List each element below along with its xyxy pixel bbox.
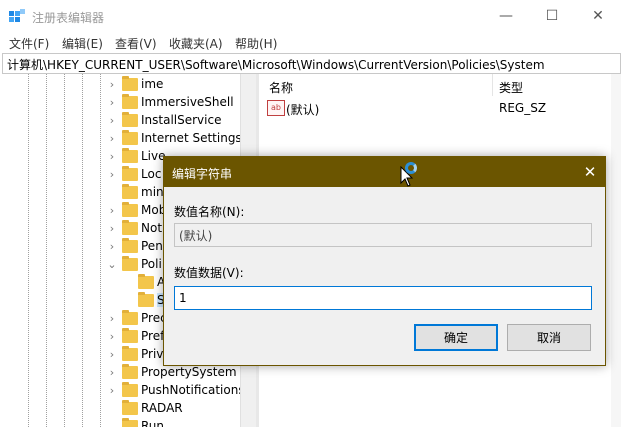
minimize-button[interactable]: — xyxy=(483,0,529,32)
tree-item[interactable]: › InstallService xyxy=(0,112,240,130)
dialog-titlebar[interactable]: 编辑字符串 ✕ xyxy=(164,157,605,187)
dialog-title: 编辑字符串 xyxy=(172,167,233,181)
chevron-right-icon[interactable]: › xyxy=(107,204,117,217)
menu-edit[interactable]: 编辑(E) xyxy=(62,35,103,52)
tree-item-label: Pref xyxy=(141,329,165,343)
list-item[interactable]: ab (默认) REG_SZ xyxy=(259,99,599,117)
chevron-right-icon[interactable]: › xyxy=(107,114,117,127)
maximize-button[interactable]: ☐ xyxy=(529,0,575,32)
list-scrollbar[interactable] xyxy=(611,74,621,427)
folder-icon xyxy=(122,202,138,217)
tree-item-label: Run xyxy=(141,419,165,427)
tree-item-label: RADAR xyxy=(141,401,183,415)
chevron-right-icon[interactable]: › xyxy=(107,312,117,325)
chevron-right-icon[interactable]: › xyxy=(107,150,117,163)
chevron-down-icon[interactable]: ⌄ xyxy=(107,258,117,271)
column-header-name[interactable]: 名称 xyxy=(269,79,293,96)
tree-item-label: min xyxy=(141,185,164,199)
tree-item-label: Priv xyxy=(141,347,164,361)
chevron-right-icon[interactable]: › xyxy=(107,132,117,145)
column-header-type[interactable]: 类型 xyxy=(499,79,523,96)
tree-item-label: Pen xyxy=(141,239,163,253)
menu-view[interactable]: 查看(V) xyxy=(115,35,157,52)
close-window-button[interactable]: ✕ xyxy=(575,0,621,32)
address-bar[interactable]: 计算机\HKEY_CURRENT_USER\Software\Microsoft… xyxy=(2,53,621,74)
tree-item-label: Live xyxy=(141,149,166,163)
folder-icon xyxy=(122,148,138,163)
folder-icon xyxy=(122,346,138,361)
tree-item[interactable]: › PushNotifications xyxy=(0,382,245,400)
value-data-field[interactable] xyxy=(174,286,592,310)
chevron-right-icon[interactable]: › xyxy=(107,240,117,253)
tree-item-label: PropertySystem xyxy=(141,365,237,379)
folder-icon xyxy=(122,400,138,415)
folder-icon xyxy=(122,184,138,199)
window-titlebar: 注册表编辑器 — ☐ ✕ xyxy=(0,0,621,32)
folder-icon xyxy=(122,310,138,325)
folder-icon xyxy=(122,256,138,271)
value-data-label: 数值数据(V): xyxy=(174,266,244,280)
chevron-right-icon[interactable]: › xyxy=(107,78,117,91)
folder-icon xyxy=(122,76,138,91)
tree-item[interactable]: › Internet Settings xyxy=(0,130,242,148)
folder-icon xyxy=(122,94,138,109)
registry-editor-icon xyxy=(9,9,25,22)
menu-favorites[interactable]: 收藏夹(A) xyxy=(169,35,223,52)
column-separator[interactable] xyxy=(492,74,493,96)
dialog-close-button[interactable]: ✕ xyxy=(575,157,605,187)
tree-item-label: Poli xyxy=(141,257,162,271)
menu-bar: 文件(F) 编辑(E) 查看(V) 收藏夹(A) 帮助(H) xyxy=(0,32,621,52)
tree-item-label: InstallService xyxy=(141,113,222,127)
folder-icon xyxy=(138,292,154,307)
tree-item[interactable]: › ImmersiveShell xyxy=(0,94,240,112)
tree-item-label: PushNotifications xyxy=(141,383,245,397)
chevron-right-icon[interactable]: › xyxy=(107,348,117,361)
tree-item[interactable]: RADAR xyxy=(0,400,240,418)
folder-icon xyxy=(122,130,138,145)
address-path: 计算机\HKEY_CURRENT_USER\Software\Microsoft… xyxy=(7,58,545,72)
folder-icon xyxy=(122,166,138,181)
tree-item[interactable]: › PropertySystem xyxy=(0,364,240,382)
folder-icon xyxy=(122,418,138,427)
chevron-right-icon[interactable]: › xyxy=(107,330,117,343)
window-title: 注册表编辑器 xyxy=(32,11,105,25)
value-name-label: 数值名称(N): xyxy=(174,205,245,219)
folder-icon xyxy=(122,328,138,343)
folder-icon xyxy=(122,112,138,127)
tree-item-label: ImmersiveShell xyxy=(141,95,234,109)
tree-item-label: Noti xyxy=(141,221,166,235)
chevron-right-icon[interactable]: › xyxy=(107,384,117,397)
folder-icon xyxy=(122,238,138,253)
ok-button[interactable]: 确定 xyxy=(414,324,498,351)
chevron-right-icon[interactable]: › xyxy=(107,96,117,109)
value-name: (默认) xyxy=(286,103,320,117)
edit-string-dialog: 编辑字符串 ✕ 数值名称(N): 数值数据(V): 确定 取消 xyxy=(163,156,606,366)
folder-icon xyxy=(122,382,138,397)
tree-item-label: Internet Settings xyxy=(141,131,242,145)
menu-help[interactable]: 帮助(H) xyxy=(235,35,277,52)
string-value-icon: ab xyxy=(267,100,285,116)
folder-icon xyxy=(138,274,154,289)
folder-icon xyxy=(122,364,138,379)
busy-spinner-icon xyxy=(405,162,417,174)
tree-item-label: Loc xyxy=(141,167,162,181)
chevron-right-icon[interactable]: › xyxy=(107,222,117,235)
folder-icon xyxy=(122,220,138,235)
tree-item[interactable]: › ime xyxy=(0,76,240,94)
chevron-right-icon[interactable]: › xyxy=(107,168,117,181)
value-name-field xyxy=(174,223,592,247)
menu-file[interactable]: 文件(F) xyxy=(9,35,49,52)
tree-item[interactable]: Run xyxy=(0,418,240,427)
tree-item-label: ime xyxy=(141,77,164,91)
value-type: REG_SZ xyxy=(499,101,547,115)
chevron-right-icon[interactable]: › xyxy=(107,366,117,379)
cancel-button[interactable]: 取消 xyxy=(507,324,591,351)
